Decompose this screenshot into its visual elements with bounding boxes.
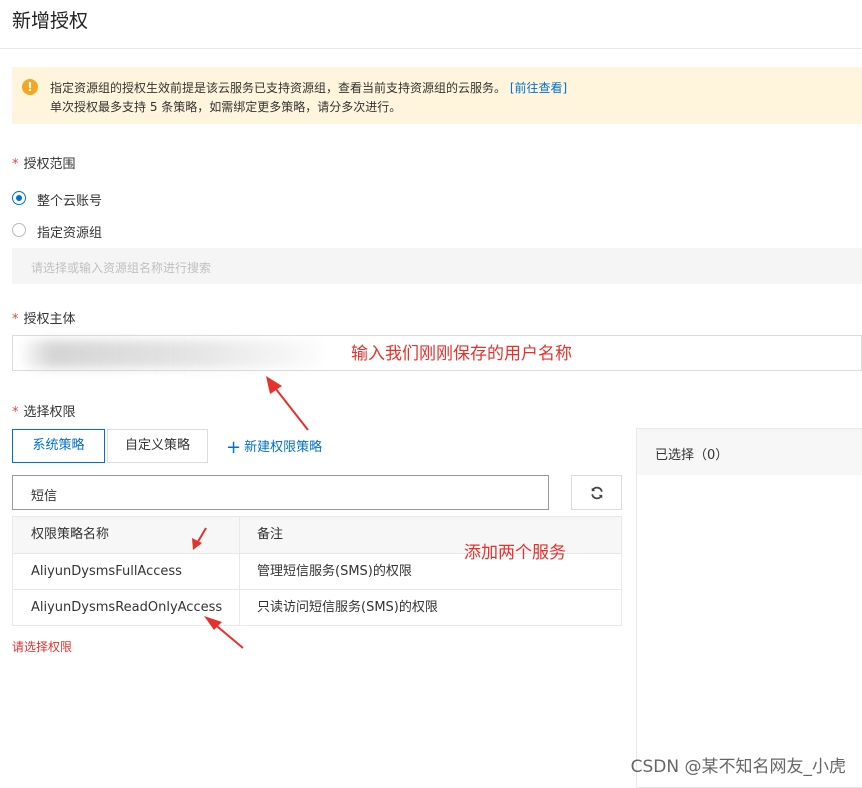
arrow-icon xyxy=(266,376,309,431)
annotation-arrows xyxy=(192,376,309,649)
arrow-icon xyxy=(204,616,244,649)
watermark: CSDN @某不知名网友_小虎 xyxy=(630,757,846,777)
arrow-icon xyxy=(192,527,207,550)
